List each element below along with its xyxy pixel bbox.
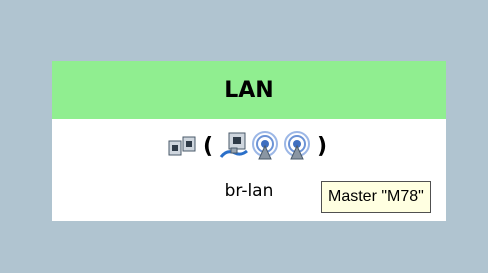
panel-edge — [488, 0, 496, 273]
bridge-open-paren: ( — [202, 133, 213, 159]
wifi-icon[interactable] — [249, 131, 281, 161]
ethernet-cable-icon[interactable] — [217, 131, 249, 161]
ethernet-ports-icon[interactable] — [167, 131, 199, 161]
bridge-close-paren: ) — [317, 133, 328, 159]
network-name: LAN — [52, 61, 446, 119]
tooltip: Master "M78" — [321, 181, 431, 213]
wifi-icon[interactable] — [281, 131, 313, 161]
interface-icons: ( ) — [52, 119, 446, 173]
